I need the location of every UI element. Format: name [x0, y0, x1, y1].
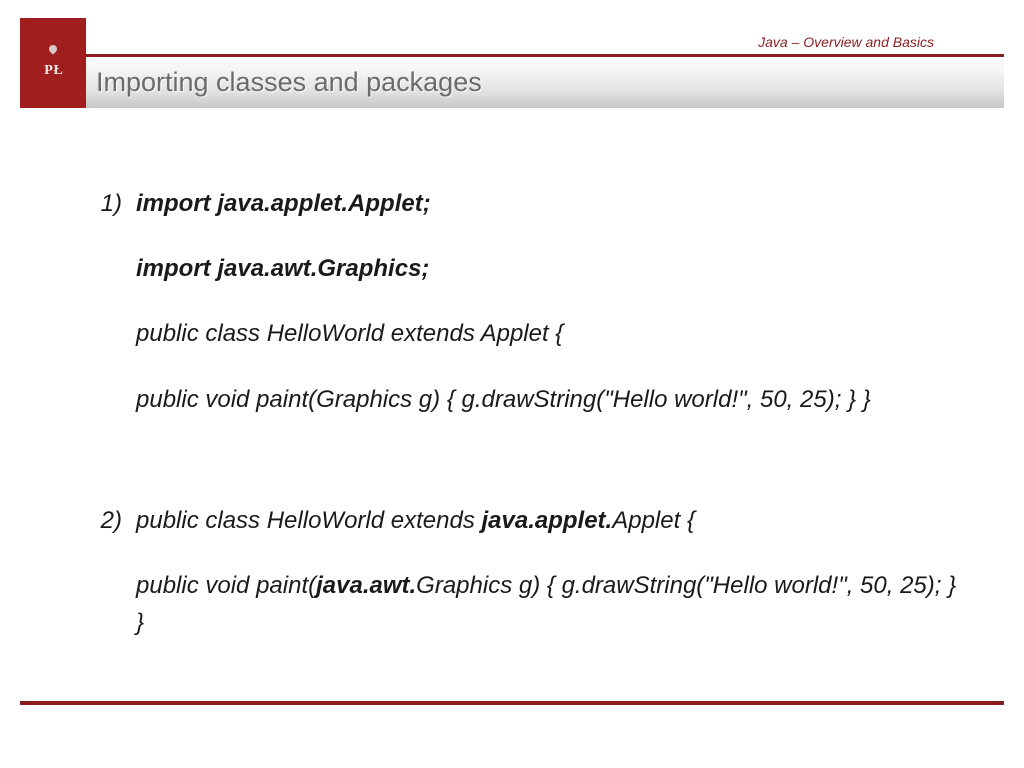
header-annotation: Java – Overview and Basics [758, 34, 934, 50]
title-bar: Importing classes and packages [20, 57, 1004, 108]
logo-inner: P Ł [44, 47, 62, 78]
code-segment: import java.applet.Applet; [136, 190, 431, 217]
list-body: import java.applet.Applet; import java.aw… [136, 185, 964, 446]
code-segment: Applet { [612, 507, 695, 534]
code-segment: public void paint(Graphics g) { g.drawSt… [136, 386, 871, 413]
code-line: import java.applet.Applet; [136, 185, 964, 222]
list-body: public class HelloWorld extends java.app… [136, 502, 964, 670]
code-segment: java.applet. [481, 507, 612, 534]
code-segment: public class HelloWorld extends Applet { [136, 320, 563, 347]
code-line: public class HelloWorld extends Applet { [136, 315, 964, 352]
list-marker: 1) [80, 185, 136, 446]
code-segment: import java.awt.Graphics; [136, 255, 429, 282]
code-line: public void paint(Graphics g) { g.drawSt… [136, 381, 964, 418]
slide-title: Importing classes and packages [96, 67, 482, 98]
list-item: 1)import java.applet.Applet;import java.… [80, 185, 964, 446]
code-segment: public class HelloWorld extends [136, 507, 481, 534]
code-line: import java.awt.Graphics; [136, 250, 964, 287]
list-marker: 2) [80, 502, 136, 670]
bottom-divider [20, 701, 1004, 705]
code-segment: public void paint( [136, 572, 316, 599]
code-line: public class HelloWorld extends java.app… [136, 502, 964, 539]
list-item: 2)public class HelloWorld extends java.a… [80, 502, 964, 670]
torch-icon [46, 47, 60, 61]
code-line: public void paint(java.awt.Graphics g) {… [136, 567, 964, 641]
logo-letters: P Ł [44, 63, 62, 78]
slide-content: 1)import java.applet.Applet;import java.… [80, 185, 964, 685]
code-segment: java.awt. [316, 572, 416, 599]
university-logo: P Ł [20, 18, 86, 108]
